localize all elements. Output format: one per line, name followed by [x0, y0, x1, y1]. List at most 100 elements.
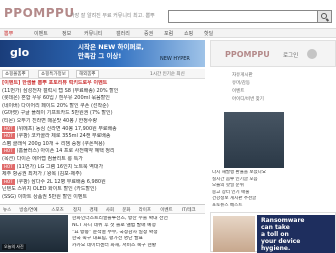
news-item[interactable]: 한국 축구 대표팀, 평가전 명단 발표	[72, 236, 204, 243]
category-item[interactable]: 라이프	[139, 207, 151, 213]
list-item-text: 제주 항공권 최저가 / 왕복 (김포-제주)	[2, 171, 82, 178]
quick-link-find-id[interactable]: 아이디/비번 찾기	[232, 96, 264, 102]
category-item[interactable]: 문화	[122, 207, 130, 213]
ad-banner[interactable]: glo 시작은 NEW 하이퍼로, 만족감 그 이상! NEW HYPER	[0, 40, 205, 67]
ad-line-1: Ransomware	[261, 217, 305, 224]
nav-item-forum[interactable]: 포럼	[164, 30, 173, 37]
list-item-text: (쿠팡) 삼다수 2L 12병 무료배송 6,980원	[16, 178, 106, 185]
login-box[interactable]: PPOMPPU 로그인	[210, 40, 336, 67]
list-item-text: 스팸 클래식 200g 10개 + 리챔 증정 (쿠폰적용)	[2, 140, 105, 147]
nav-item-ppomppu[interactable]: 뽐뿌	[4, 30, 13, 37]
banner-line-1: 시작은 NEW 하이퍼로,	[78, 43, 144, 51]
list-item[interactable]: (티몬) 오뚜기 진라면 매운맛 40봉 / 한정수량	[0, 118, 205, 126]
nav-item-community[interactable]: 커뮤니티	[84, 30, 102, 37]
quick-links: 자유게시판 유머/감동 이벤트 아이디/비번 찾기	[210, 68, 336, 108]
sort-tabs[interactable]: 1시간 인기순 최신	[150, 71, 185, 77]
list-item-text: (G마켓) 구글 플레이 기프트카드 5만원권 (7% 할인)	[2, 110, 113, 117]
hotdeal-list: [이벤트] 한샘몰 뽐뿌 포토리뷰 럭키드로우 이벤트 (11번가) 삼성전자 …	[0, 80, 205, 203]
site-logo[interactable]: PPOMPPU	[4, 6, 75, 20]
list-item[interactable]: HOT (쿠팡) 삼다수 2L 12병 무료배송 6,980원	[0, 178, 205, 187]
category-item[interactable]: 방송/연예	[19, 207, 37, 213]
ad-photo	[213, 216, 255, 252]
list-item[interactable]: HOT (홈플러스) 아이폰 14 프로 사전예약 혜택 정리	[0, 148, 205, 156]
news-photo[interactable]: 오늘의 사진	[0, 215, 68, 252]
list-item-text: (SSG) 이마트 상품권 5만원 할인 이벤트	[2, 193, 88, 200]
list-item-text: 닌텐도 스위치 OLED 화이트 할인 (카드할인)	[2, 186, 97, 193]
nav-item-info[interactable]: 정보	[62, 30, 71, 37]
banner-line-2: 만족감 그 이상!	[78, 52, 122, 60]
filter-chip-overseas[interactable]: 해외뽐뿌	[76, 70, 99, 78]
side-list: 다시 재발행 환율을 보셨나요 실시간 뽐뿌 인기글 모음 오늘의 핫딜 순위 중고 …	[210, 170, 336, 210]
category-item[interactable]: 이벤트	[160, 207, 172, 213]
quick-link-free[interactable]: 자유게시판	[232, 72, 253, 78]
list-item[interactable]: (네이버) 다이어리 페이드 20% 할인 쿠폰 (선착순)	[0, 103, 205, 111]
nav-item-event[interactable]: 이벤트	[34, 30, 48, 37]
list-item-text: (11번가) LG 그램 16인치 노트북 역대가	[16, 163, 104, 170]
list-item-text: (11번가) 삼성전자 갤럭시 탭 S8 (무료배송) 20% 할인	[2, 87, 119, 94]
filter-chip-special[interactable]: 쇼핑특가정보	[38, 70, 69, 78]
ad-text-box: Ransomware can take a toll on your devic…	[257, 215, 335, 253]
category-item[interactable]: 정치	[73, 207, 81, 213]
list-item[interactable]: HOT (위메프) 농심 신라면 40봉 17,900원 무료배송	[0, 125, 205, 134]
list-item-text: (쿠팡) 코카콜라 제로 355ml 24캔 무료배송	[16, 133, 111, 140]
filter-bar: 쇼핑몰뽐뿌 쇼핑특가정보 해외뽐뿌 1시간 인기순 최신	[0, 69, 205, 79]
search-input[interactable]	[168, 10, 318, 23]
list-item[interactable]: (G마켓) 구글 플레이 기프트카드 5만원권 (7% 할인)	[0, 110, 205, 118]
side-ad[interactable]: Ransomware can take a toll on your devic…	[210, 212, 336, 253]
quick-link-event[interactable]: 이벤트	[232, 88, 244, 94]
hot-badge: HOT	[2, 148, 15, 155]
nav-item-stock[interactable]: 증권	[144, 30, 153, 37]
news-item[interactable]: 카카오 데이터센터 화재, 서비스 복구 현황	[72, 243, 204, 250]
main-nav: 뽐뿌 이벤트 정보 커뮤니티 갤러리 증권 포럼 쇼핑 핫딜	[0, 28, 336, 38]
list-item-text: (네이버) 다이어리 페이드 20% 할인 쿠폰 (선착순)	[2, 102, 109, 109]
user-icon	[307, 49, 317, 59]
banner-tag: NEW HYPER	[160, 56, 190, 62]
side-photo[interactable]	[224, 112, 284, 168]
list-item[interactable]: HOT (쿠팡) 코카콜라 제로 355ml 24캔 무료배송	[0, 133, 205, 141]
list-title[interactable]: [이벤트] 한샘몰 뽐뿌 포토리뷰 럭키드로우 이벤트	[0, 80, 205, 88]
hot-badge: HOT	[2, 163, 15, 170]
quick-link-humor[interactable]: 유머/감동	[232, 80, 250, 86]
search-button[interactable]	[318, 10, 332, 23]
category-item[interactable]: IT/테크	[182, 207, 196, 213]
list-item[interactable]: 스팸 클래식 200g 10개 + 리챔 증정 (쿠폰적용)	[0, 141, 205, 149]
right-column: PPOMPPU 로그인 자유게시판 유머/감동 이벤트 아이디/비번 찾기 다시…	[210, 40, 336, 253]
hot-badge: HOT	[2, 178, 15, 185]
category-item[interactable]: 스포츠	[51, 207, 63, 213]
nav-item-hotdeal[interactable]: 핫딜	[204, 30, 213, 37]
category-item[interactable]: 경제	[89, 207, 97, 213]
login-button[interactable]: 로그인	[283, 51, 298, 59]
news-item[interactable]: "요 방송" 윤석열 부부, 국정감사 일정 확정	[72, 230, 204, 237]
list-item-text: (홈플러스) 아이폰 14 프로 사전예약 혜택 정리	[16, 148, 115, 155]
ad-line-2: can take	[261, 224, 290, 231]
news-item[interactable]: NCT 자니 데뷔 후 첫 솔로 앨범 발매 예정	[72, 223, 204, 230]
login-logo: PPOMPPU	[225, 50, 270, 59]
list-item[interactable]: 제주 항공권 최저가 / 왕복 (김포-제주)	[0, 171, 205, 179]
list-item-text: (위메프) 농심 신라면 40봉 17,900원 무료배송	[16, 125, 117, 132]
banner-headline: 시작은 NEW 하이퍼로, 만족감 그 이상!	[78, 43, 144, 61]
news-photo-caption: 오늘의 사진	[2, 244, 26, 250]
nav-item-shopping[interactable]: 쇼핑	[184, 30, 193, 37]
category-item[interactable]: 사회	[106, 207, 114, 213]
nav-item-gallery[interactable]: 갤러리	[116, 30, 130, 37]
category-item[interactable]: 뉴스	[3, 207, 11, 213]
list-item[interactable]: HOT (11번가) LG 그램 16인치 노트북 역대가	[0, 163, 205, 172]
list-item-text: (옥션) 다이슨 에어랩 컴플리트 롱 특가	[2, 155, 83, 162]
list-item-text: (롯데온) 혼합 우유 60입 / 흰우유 200ml 묶음할인	[2, 95, 110, 102]
news-list: 한화인더스트리얼솔루션즈, 방산 수출 확대 선언 NCT 자니 데뷔 후 첫 솔…	[72, 216, 204, 252]
filter-chip-shopping[interactable]: 쇼핑몰뽐뿌	[2, 70, 29, 78]
list-item[interactable]: (롯데온) 혼합 우유 60입 / 흰우유 200ml 묶음할인	[0, 95, 205, 103]
ad-line-3: a toll on	[261, 231, 289, 238]
list-item[interactable]: (옥션) 다이슨 에어랩 컴플리트 롱 특가	[0, 156, 205, 164]
list-item[interactable]: 닌텐도 스위치 OLED 화이트 할인 (카드할인)	[0, 186, 205, 194]
list-item-text: (티몬) 오뚜기 진라면 매운맛 40봉 / 한정수량	[2, 117, 98, 124]
side-list-item[interactable]: 포토뉴스 베스트	[210, 203, 336, 210]
hot-badge: HOT	[2, 133, 15, 140]
banner-brand: glo	[10, 46, 30, 59]
category-bar: 뉴스 방송/연예 스포츠 정치 경제 사회 문화 라이프 이벤트 IT/테크	[0, 204, 205, 214]
list-item[interactable]: (11번가) 삼성전자 갤럭시 탭 S8 (무료배송) 20% 할인	[0, 88, 205, 96]
list-item[interactable]: (SSG) 이마트 상품권 5만원 할인 이벤트	[0, 194, 205, 202]
ad-line-5: hygiene.	[261, 245, 291, 252]
news-item[interactable]: 한화인더스트리얼솔루션즈, 방산 수출 확대 선언	[72, 216, 204, 223]
top-header: PPOMPPU 가장 잘 알려진 무료 커뮤니티 최고. 뽐뿌	[0, 0, 336, 28]
